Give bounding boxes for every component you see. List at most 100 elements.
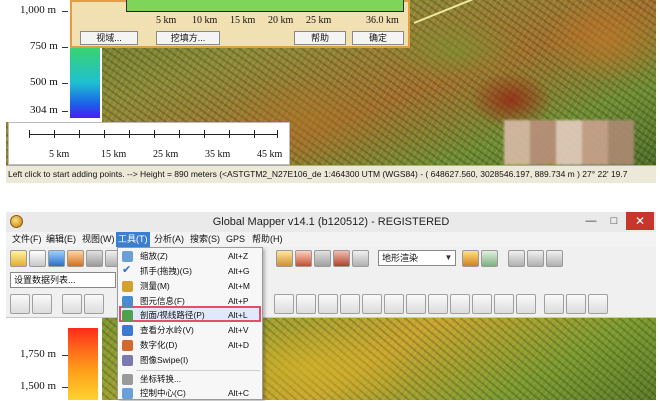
pencil-icon[interactable] [314, 250, 331, 267]
elevation-label: 304 m [30, 104, 58, 116]
join-icon[interactable] [406, 294, 426, 314]
help-button[interactable]: 帮助 [294, 31, 346, 45]
move-icon[interactable] [318, 294, 338, 314]
shader-select[interactable]: 地形渲染 ▼ [378, 250, 456, 266]
window-title: Global Mapper v14.1 (b120512) - REGISTER… [212, 216, 450, 228]
menu-gps[interactable]: GPS [224, 232, 247, 247]
line-icon[interactable] [84, 294, 104, 314]
scale-label: 35 km [205, 149, 231, 160]
menu-item-label: 缩放(Z) [140, 251, 168, 261]
profile-axis [126, 11, 404, 14]
image-icon[interactable] [67, 250, 84, 267]
menu-item-measure[interactable]: 测量(M) Alt+M [118, 279, 262, 294]
menu-view[interactable]: 视图(W) [80, 232, 117, 247]
top-screenshot: 1,000 m 750 m 500 m 304 m 5 km 10 km 15 … [6, 0, 656, 183]
elevation-legend-bottom: 1,750 m 1,500 m [6, 318, 102, 400]
menu-item-label: 剖面/视线路径(P) [140, 310, 205, 320]
undo-icon[interactable] [566, 294, 586, 314]
scale-tick [277, 130, 278, 138]
simplify-icon[interactable] [516, 294, 536, 314]
menu-item-image-swipe[interactable]: 图像Swipe(I) [118, 353, 262, 368]
menu-item-shortcut: Alt+L [228, 310, 248, 320]
distance-label: 5 km [156, 15, 177, 26]
vertex-icon[interactable] [296, 294, 316, 314]
layer-list-select[interactable]: 设置数据列表... [10, 272, 116, 288]
menu-item-coord-convert[interactable]: 坐标转换... [118, 372, 262, 387]
menu-item-shortcut: Alt+P [228, 296, 249, 306]
globe-icon[interactable] [48, 250, 65, 267]
export-icon[interactable] [508, 250, 525, 267]
map-icon[interactable] [276, 250, 293, 267]
draw-icon[interactable] [10, 294, 30, 314]
menu-item-control-center[interactable]: 控制中心(C) Alt+C [118, 386, 262, 401]
sun-icon[interactable] [462, 250, 479, 267]
shape-icon[interactable] [295, 250, 312, 267]
menu-item-pan[interactable]: ✔ 抓手(拖拽)(G) Alt+G [118, 264, 262, 279]
menu-item-digitize[interactable]: 数字化(D) Alt+D [118, 338, 262, 353]
coord-convert-icon [122, 374, 133, 385]
select-icon[interactable] [32, 294, 52, 314]
smooth-icon[interactable] [494, 294, 514, 314]
distance-label: 25 km [306, 15, 332, 26]
distance-label: 36.0 km [366, 15, 399, 26]
distance-label: 20 km [268, 15, 294, 26]
profile-icon [122, 310, 133, 321]
menu-tools[interactable]: 工具(T) [116, 232, 150, 247]
scale-label: 15 km [101, 149, 127, 160]
menu-separator [136, 370, 260, 371]
measure-tool-icon[interactable] [546, 250, 563, 267]
menu-item-label: 坐标转换... [140, 374, 182, 384]
scale-tick [79, 130, 80, 138]
menu-item-feature-info[interactable]: 图元信息(F) Alt+P [118, 294, 262, 309]
menu-help[interactable]: 帮助(H) [250, 232, 285, 247]
elevation-label: 1,750 m [20, 348, 57, 360]
edit-icon[interactable] [274, 294, 294, 314]
tool-icon[interactable] [333, 250, 350, 267]
terrain-map-bottom[interactable] [6, 318, 656, 400]
menu-file[interactable]: 文件(F) [10, 232, 44, 247]
split-icon[interactable] [384, 294, 404, 314]
scale-tick [104, 130, 105, 138]
union-icon[interactable] [450, 294, 470, 314]
secondary-toolbar: 设置数据列表... [6, 269, 656, 291]
main-toolbar: 地形渲染 ▼ [6, 247, 656, 270]
terrain-icon[interactable] [481, 250, 498, 267]
blurred-watermark [504, 120, 634, 165]
chevron-down-icon[interactable]: ▼ [443, 252, 454, 264]
redo-icon[interactable] [588, 294, 608, 314]
minimize-button[interactable]: — [580, 212, 602, 230]
close-button[interactable]: ✕ [626, 212, 654, 230]
mountain-icon[interactable] [352, 250, 369, 267]
menu-item-path-profile[interactable]: 剖面/视线路径(P) Alt+L [118, 308, 262, 323]
scale-label: 5 km [49, 149, 70, 160]
distance-label: 10 km [192, 15, 218, 26]
area-icon[interactable] [62, 294, 82, 314]
menu-item-zoom[interactable]: 缩放(Z) Alt+Z [118, 249, 262, 264]
elevation-label: 1,500 m [20, 380, 57, 392]
zoom-icon [122, 251, 133, 262]
scale-icon[interactable] [362, 294, 382, 314]
menu-search[interactable]: 搜索(S) [188, 232, 222, 247]
menu-analysis[interactable]: 分析(A) [152, 232, 186, 247]
elevation-tick [62, 355, 68, 356]
open-folder-icon[interactable] [10, 250, 27, 267]
rotate-icon[interactable] [340, 294, 360, 314]
layers-icon[interactable] [86, 250, 103, 267]
elevation-tick [62, 387, 68, 388]
ok-button[interactable]: 确定 [352, 31, 404, 45]
crop-icon[interactable] [472, 294, 492, 314]
watershed-icon [122, 325, 133, 336]
buffer-icon[interactable] [428, 294, 448, 314]
maximize-button[interactable]: □ [603, 212, 625, 230]
menu-item-watershed[interactable]: 查看分水岭(V) Alt+V [118, 323, 262, 338]
menu-edit[interactable]: 编辑(E) [44, 232, 78, 247]
save-icon[interactable] [29, 250, 46, 267]
checkmark-icon: ✔ [122, 264, 132, 276]
view-shed-button[interactable]: 视域... [80, 31, 138, 45]
scale-tick [154, 130, 155, 138]
cut-fill-button[interactable]: 挖填方... [156, 31, 220, 45]
title-bar[interactable]: Global Mapper v14.1 (b120512) - REGISTER… [6, 212, 656, 233]
settings-icon[interactable] [527, 250, 544, 267]
snap-icon[interactable] [544, 294, 564, 314]
menu-item-label: 测量(M) [140, 281, 170, 291]
